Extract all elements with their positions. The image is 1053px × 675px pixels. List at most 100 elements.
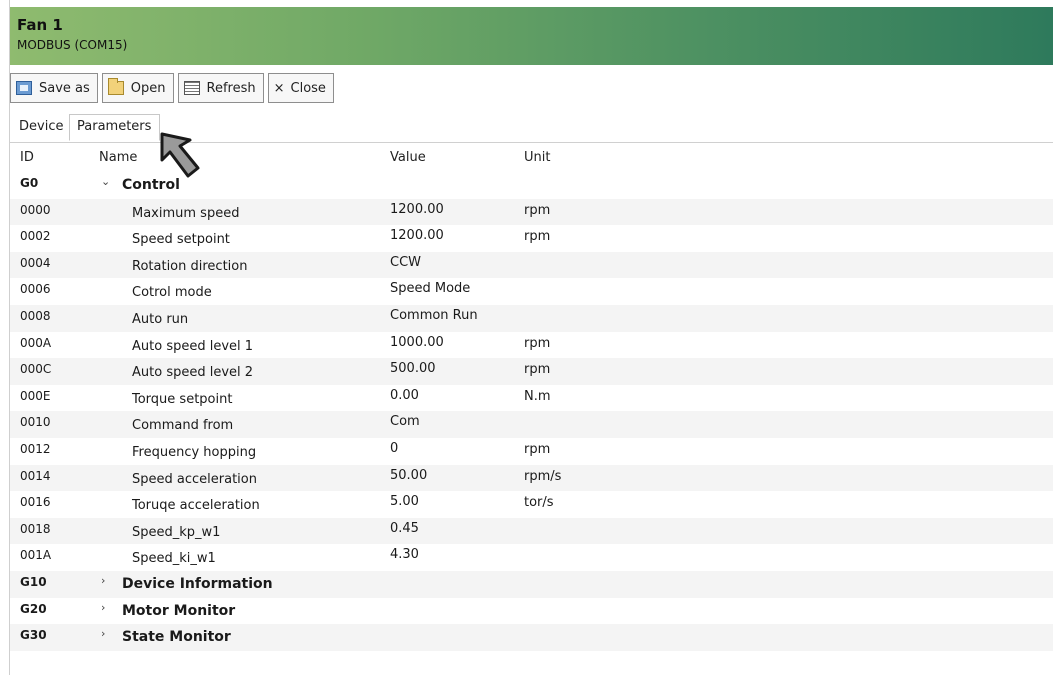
refresh-button[interactable]: Refresh (177, 73, 264, 103)
group-row-motor-monitor[interactable]: G20 › Motor Monitor (10, 598, 1053, 625)
param-unit: rpm/s (524, 468, 562, 484)
param-unit: tor/s (524, 495, 554, 511)
param-name: Auto speed level 2 (132, 365, 254, 381)
param-value[interactable]: 0 (390, 441, 398, 456)
table-row[interactable]: 0014 Speed acceleration 50.00 rpm/s (10, 464, 1053, 492)
window-title: Fan 1 (17, 16, 63, 34)
param-name: Speed_kp_w1 (132, 524, 221, 540)
param-id: 0012 (20, 441, 51, 456)
param-value[interactable]: Speed Mode (390, 281, 470, 296)
group-id: G0 (20, 176, 39, 190)
table-row[interactable]: 0004 Rotation direction CCW (10, 251, 1053, 279)
chevron-right-icon[interactable]: › (101, 627, 105, 640)
save-as-button[interactable]: Save as (10, 73, 98, 103)
param-id: 000C (20, 362, 52, 377)
refresh-label: Refresh (206, 80, 256, 96)
group-name: Motor Monitor (122, 602, 236, 619)
param-name: Rotation direction (132, 258, 248, 274)
group-id: G10 (20, 574, 47, 589)
param-unit: rpm (524, 335, 551, 351)
param-name: Command from (132, 418, 234, 434)
column-header-id[interactable]: ID (20, 150, 34, 165)
param-value[interactable]: 0.00 (390, 388, 419, 403)
chevron-right-icon[interactable]: › (101, 601, 105, 614)
group-name: Device Information (122, 575, 273, 592)
group-row-state-monitor[interactable]: G30 › State Monitor (10, 624, 1053, 651)
column-header-value[interactable]: Value (390, 150, 426, 165)
group-row-device-information[interactable]: G10 › Device Information (10, 570, 1053, 598)
param-id: 0014 (20, 468, 51, 483)
table-row[interactable]: 0006 Cotrol mode Speed Mode (10, 278, 1053, 305)
table-row[interactable]: 0018 Speed_kp_w1 0.45 (10, 517, 1053, 545)
param-value[interactable]: 1200.00 (390, 228, 444, 243)
table-row[interactable]: 000C Auto speed level 2 500.00 rpm (10, 358, 1053, 385)
refresh-icon (183, 81, 200, 95)
parameter-table: ID Name Value Unit G0 ⌄ Control 0000 Max… (10, 146, 1053, 651)
param-name: Torque setpoint (132, 391, 233, 407)
param-id: 0002 (20, 229, 51, 244)
group-name: State Monitor (122, 629, 231, 646)
close-button[interactable]: × Close (267, 73, 334, 103)
param-unit: rpm (524, 441, 551, 457)
open-button[interactable]: Open (101, 73, 174, 103)
param-value[interactable]: Com (390, 414, 420, 429)
tab-parameters[interactable]: Parameters (69, 114, 161, 141)
param-id: 0010 (20, 415, 51, 430)
table-row[interactable]: 000A Auto speed level 1 1000.00 rpm (10, 332, 1053, 359)
chevron-down-icon[interactable]: ⌄ (101, 175, 110, 188)
group-id: G20 (20, 601, 47, 616)
param-name: Toruqe acceleration (132, 498, 260, 514)
param-unit: rpm (524, 202, 551, 218)
table-row[interactable]: 0008 Auto run Common Run (10, 304, 1053, 332)
window-header: Fan 1 MODBUS (COM15) (10, 7, 1053, 65)
param-id: 0018 (20, 521, 51, 536)
param-id: 0008 (20, 308, 51, 323)
table-row[interactable]: 0016 Toruqe acceleration 5.00 tor/s (10, 491, 1053, 518)
param-name: Maximum speed (132, 205, 240, 221)
param-unit: rpm (524, 362, 551, 378)
open-label: Open (130, 80, 166, 96)
param-name: Auto speed level 1 (132, 338, 254, 354)
param-unit: N.m (524, 388, 551, 404)
param-value[interactable]: 0.45 (390, 521, 419, 536)
table-row[interactable]: 0012 Frequency hopping 0 rpm (10, 438, 1053, 465)
save-icon (16, 81, 32, 95)
column-header-unit[interactable]: Unit (524, 150, 550, 165)
chevron-right-icon[interactable]: › (101, 574, 105, 587)
param-value[interactable]: 1200.00 (390, 202, 444, 217)
column-header-name[interactable]: Name (99, 150, 137, 165)
param-id: 0006 (20, 282, 51, 297)
connection-subtitle: MODBUS (COM15) (17, 38, 128, 52)
param-value[interactable]: CCW (390, 255, 421, 270)
close-label: Close (290, 80, 326, 96)
table-row[interactable]: 001A Speed_ki_w1 4.30 (10, 544, 1053, 571)
param-value[interactable]: 1000.00 (390, 335, 444, 350)
param-value[interactable]: 500.00 (390, 361, 436, 376)
cursor-arrow-icon (160, 132, 200, 178)
table-row[interactable]: 000E Torque setpoint 0.00 N.m (10, 385, 1053, 412)
table-row[interactable]: 0002 Speed setpoint 1200.00 rpm (10, 225, 1053, 252)
param-id: 000A (20, 335, 52, 350)
param-id: 001A (20, 548, 52, 563)
save-as-label: Save as (39, 80, 90, 96)
param-value[interactable]: Common Run (390, 308, 478, 323)
param-id: 000E (20, 388, 51, 403)
param-id: 0016 (20, 495, 51, 510)
param-name: Frequency hopping (132, 444, 257, 460)
table-row[interactable]: 0010 Command from Com (10, 411, 1053, 438)
folder-icon (107, 78, 124, 95)
param-value[interactable]: 4.30 (390, 547, 419, 562)
tab-device[interactable]: Device (19, 119, 63, 134)
param-value[interactable]: 50.00 (390, 468, 427, 483)
param-name: Cotrol mode (132, 285, 212, 301)
param-id: 0000 (20, 202, 51, 217)
param-name: Speed_ki_w1 (132, 551, 216, 567)
param-name: Speed acceleration (132, 471, 257, 487)
param-unit: rpm (524, 229, 551, 245)
param-value[interactable]: 5.00 (390, 494, 419, 509)
table-row[interactable]: 0000 Maximum speed 1200.00 rpm (10, 198, 1053, 226)
param-id: 0004 (20, 255, 51, 270)
param-name: Auto run (132, 311, 189, 327)
param-name: Speed setpoint (132, 232, 230, 248)
toolbar: Save as Open Refresh × Close (10, 73, 338, 105)
